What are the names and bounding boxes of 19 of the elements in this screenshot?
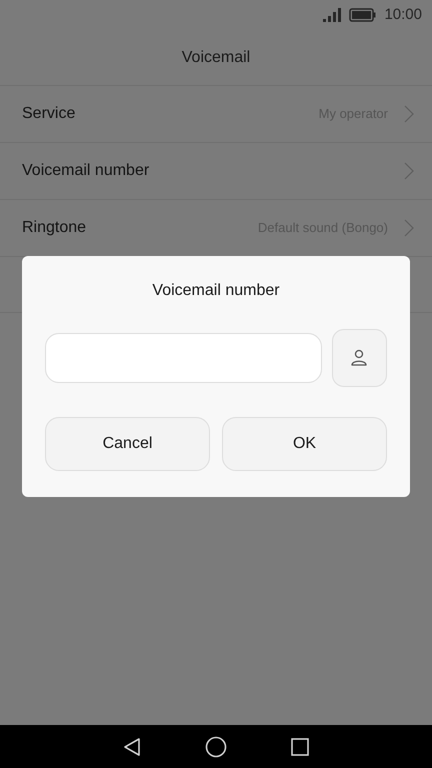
status-time: 10:00 (384, 4, 422, 25)
setting-label: Ringtone (22, 218, 88, 238)
number-input-field[interactable] (45, 333, 322, 383)
recents-icon[interactable] (290, 736, 310, 756)
screen-title: Voicemail (182, 48, 250, 68)
dialog-title: Voicemail number (152, 281, 280, 301)
dialog-button[interactable]: Cancel (45, 417, 210, 471)
settings-row[interactable]: Voicemail number (0, 143, 432, 200)
setting-label: Service (22, 104, 76, 124)
chevron-right-icon (404, 162, 414, 180)
home-icon[interactable] (204, 736, 227, 758)
chevron-right-icon (404, 219, 414, 237)
chevron-right-icon (404, 105, 414, 123)
back-icon[interactable] (122, 736, 142, 756)
setting-label: Voicemail number (22, 161, 150, 181)
signal-icon (323, 8, 342, 22)
dialog-button[interactable]: OK (222, 417, 387, 471)
person-icon (350, 349, 368, 367)
battery-icon (349, 8, 376, 22)
